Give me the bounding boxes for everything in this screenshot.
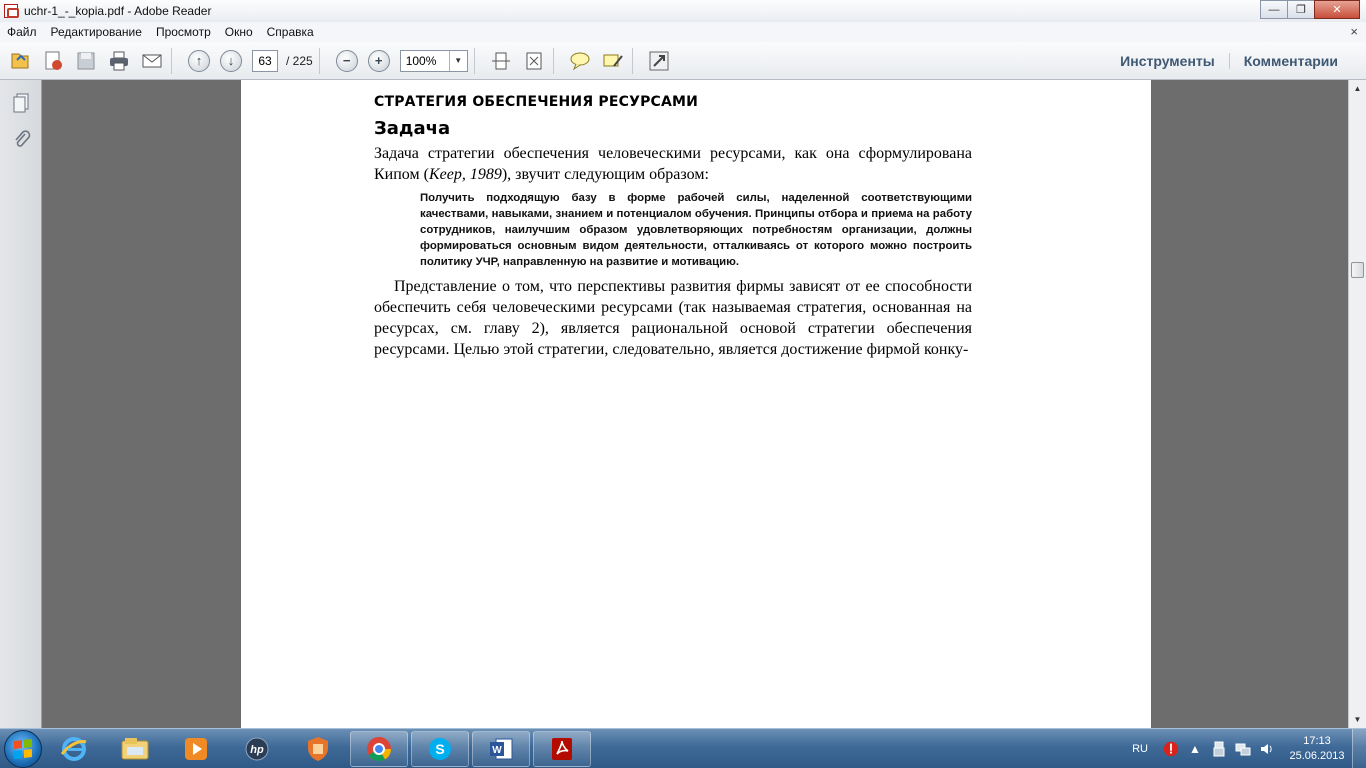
svg-text:S: S: [435, 741, 444, 757]
pages-icon[interactable]: [8, 90, 34, 116]
tools-pane-button[interactable]: Инструменты: [1106, 53, 1229, 69]
usb-device-icon[interactable]: [1210, 740, 1228, 758]
print-icon[interactable]: [106, 48, 132, 74]
toolbar-right: Инструменты Комментарии: [1106, 42, 1352, 80]
clock-date: 25.06.2013: [1289, 750, 1345, 762]
toolbar-separator: [171, 47, 172, 74]
menu-edit[interactable]: Редактирование: [44, 25, 149, 39]
next-page-icon[interactable]: ↓: [220, 49, 242, 72]
skype-taskbar-button[interactable]: S: [411, 730, 469, 767]
zoom-out-icon[interactable]: −: [335, 49, 358, 72]
clock[interactable]: 17:13 25.06.2013: [1282, 734, 1352, 764]
scroll-down-icon[interactable]: ▼: [1349, 711, 1366, 728]
adobe-reader-taskbar-button[interactable]: [533, 730, 591, 767]
zoom-value: 100%: [405, 53, 437, 68]
network-icon[interactable]: [1234, 740, 1252, 758]
taskbar: hp S W RU ▲ 17:13 25.06.2013: [0, 728, 1366, 768]
fit-width-icon[interactable]: [488, 48, 514, 74]
close-document-icon[interactable]: ×: [1350, 24, 1358, 39]
clock-time: 17:13: [1303, 735, 1331, 747]
menu-view[interactable]: Просмотр: [149, 25, 218, 39]
shield-app-icon[interactable]: [289, 731, 347, 767]
language-indicator[interactable]: RU: [1132, 743, 1148, 755]
paragraph-intro-part2: ), звучит следующим образом:: [501, 166, 709, 183]
paragraph-body: Представление о том, что перспективы раз…: [374, 278, 972, 358]
minimize-button[interactable]: —: [1260, 0, 1288, 19]
block-quote: Получить подходящую базу в форме рабочей…: [420, 192, 972, 268]
hp-app-icon[interactable]: hp: [228, 731, 286, 767]
adobe-reader-icon: [4, 4, 19, 18]
chevron-down-icon[interactable]: ▼: [448, 50, 467, 71]
email-icon[interactable]: [139, 48, 165, 74]
windows-explorer-icon[interactable]: [106, 731, 164, 767]
document-area[interactable]: СТРАТЕГИЯ ОБЕСПЕЧЕНИЯ РЕСУРСАМИ Задача З…: [42, 80, 1348, 728]
toolbar-separator: [631, 47, 633, 74]
attachments-icon[interactable]: [8, 126, 34, 152]
open-file-icon[interactable]: [7, 48, 33, 74]
pdf-page: СТРАТЕГИЯ ОБЕСПЕЧЕНИЯ РЕСУРСАМИ Задача З…: [241, 80, 1151, 728]
chrome-taskbar-button[interactable]: [350, 730, 408, 767]
full-screen-icon[interactable]: [646, 48, 672, 74]
section-heading: СТРАТЕГИЯ ОБЕСПЕЧЕНИЯ РЕСУРСАМИ: [374, 94, 699, 110]
zoom-in-icon[interactable]: +: [367, 49, 390, 72]
save-icon[interactable]: [73, 48, 99, 74]
page-total: / 225: [286, 53, 313, 68]
main-toolbar: ↑ ↓ 63 / 225 − + 100% ▼ Инструменты Комм…: [0, 42, 1366, 80]
highlight-icon[interactable]: [600, 48, 626, 74]
paragraph-intro: Задача стратегии обеспечения человечески…: [374, 143, 972, 185]
toolbar-separator: [552, 47, 554, 74]
maximize-button[interactable]: ❐: [1287, 0, 1315, 19]
close-button[interactable]: ✕: [1314, 0, 1360, 19]
internet-explorer-icon[interactable]: [45, 731, 103, 767]
show-desktop-button[interactable]: [1352, 729, 1366, 768]
show-hidden-icons-icon[interactable]: ▲: [1186, 740, 1204, 758]
navigation-panel: [0, 80, 42, 728]
scroll-up-icon[interactable]: ▲: [1349, 80, 1366, 97]
word-taskbar-button[interactable]: W: [472, 730, 530, 767]
volume-icon[interactable]: [1258, 740, 1276, 758]
media-player-icon[interactable]: [167, 731, 225, 767]
fit-page-icon[interactable]: [521, 48, 547, 74]
previous-page-icon[interactable]: ↑: [188, 49, 210, 72]
svg-text:hp: hp: [250, 744, 264, 756]
menu-window[interactable]: Окно: [218, 25, 260, 39]
section-subheading: Задача: [374, 118, 451, 139]
comment-icon[interactable]: [567, 48, 593, 74]
create-pdf-icon[interactable]: [40, 48, 66, 74]
menu-bar: Файл Редактирование Просмотр Окно Справк…: [0, 22, 1366, 42]
menu-file[interactable]: Файл: [0, 25, 44, 39]
menu-help[interactable]: Справка: [260, 25, 321, 39]
svg-text:W: W: [492, 745, 502, 756]
comments-pane-button[interactable]: Комментарии: [1228, 53, 1352, 69]
toolbar-separator: [473, 47, 475, 74]
action-center-warning-icon[interactable]: [1162, 740, 1180, 758]
start-button[interactable]: [4, 729, 42, 768]
citation: Keep, 1989: [428, 166, 502, 183]
toolbar-separator: [318, 47, 320, 74]
windows-logo-icon: [14, 738, 32, 759]
window-title: uchr-1_-_kopia.pdf - Adobe Reader: [24, 4, 212, 18]
zoom-select[interactable]: 100% ▼: [399, 49, 468, 72]
window-controls: — ❐ ✕: [1260, 0, 1360, 19]
page-number-input[interactable]: 63: [252, 49, 278, 72]
vertical-scrollbar[interactable]: ▲ ▼: [1348, 80, 1366, 728]
system-tray: RU ▲ 17:13 25.06.2013: [1132, 729, 1366, 768]
scroll-thumb[interactable]: [1351, 262, 1364, 278]
title-bar: uchr-1_-_kopia.pdf - Adobe Reader — ❐ ✕: [0, 0, 1366, 22]
